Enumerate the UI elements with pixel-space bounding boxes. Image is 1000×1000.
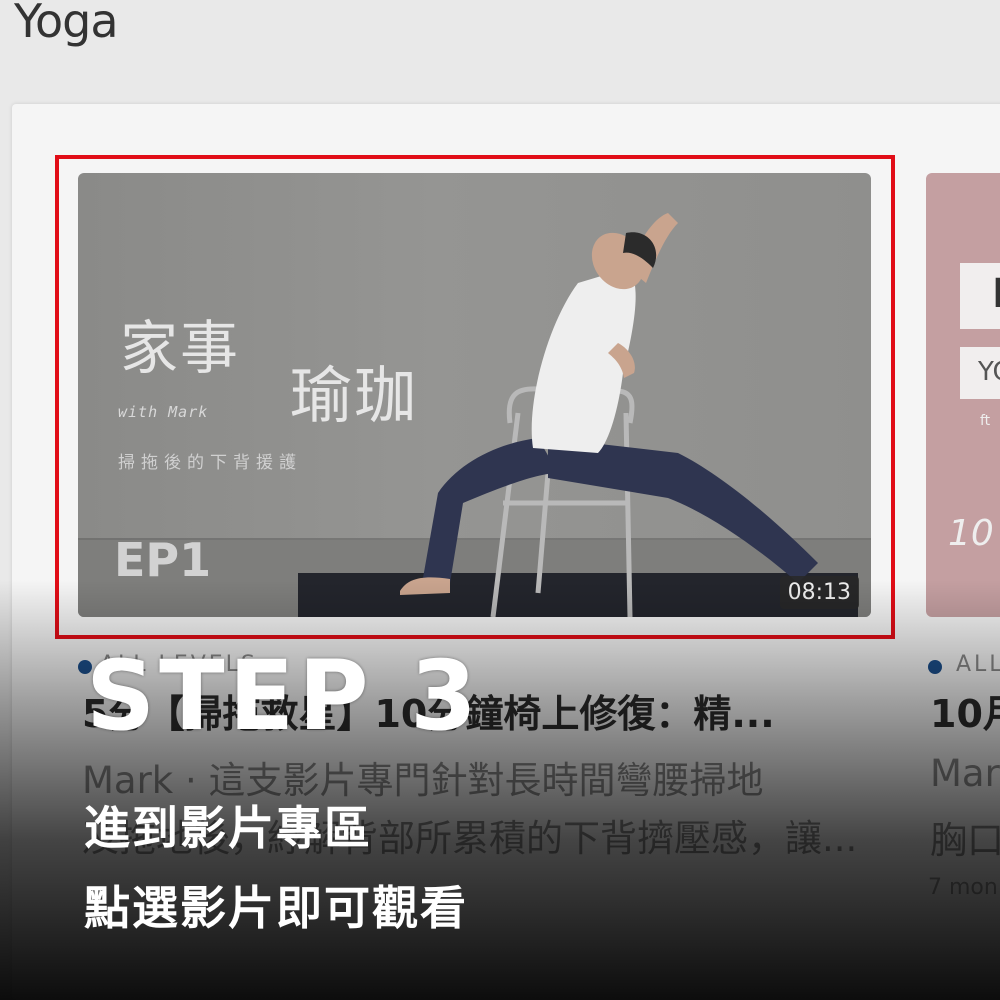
video-title-2[interactable]: 10月 xyxy=(930,683,1000,738)
thumbnail2-number: 10 xyxy=(948,513,994,554)
step-label: STEP 3 xyxy=(86,640,481,752)
thumbnail2-ft-text: ft xyxy=(980,413,991,429)
thumbnail2-box1: E xyxy=(960,263,1000,329)
video-thumbnail-2[interactable]: E YC ft 10 xyxy=(926,173,1000,617)
thumbnail2-box2: YC xyxy=(960,347,1000,399)
page-title: Yoga xyxy=(14,0,119,48)
video-time-2: 7 mon xyxy=(928,875,998,900)
instruction-line1: 進到影片專區 xyxy=(84,801,372,855)
thumbnail2-box1-text: E xyxy=(992,271,1000,317)
category-tag-2: ALL xyxy=(956,652,1000,677)
thumbnail2-box2-text: YC xyxy=(978,357,1000,387)
video-description-2-line1: Mar xyxy=(930,752,1000,795)
instruction-line2: 點選影片即可觀看 xyxy=(84,881,468,935)
highlight-frame xyxy=(55,155,895,639)
video-description-2-line2: 胸口 xyxy=(930,819,1000,862)
screenshot: Yoga 家事 瑜珈 with Mark 掃拖後的下背援護 EP1 08:13 … xyxy=(0,0,1000,1000)
category-dot-icon-2 xyxy=(928,660,942,674)
